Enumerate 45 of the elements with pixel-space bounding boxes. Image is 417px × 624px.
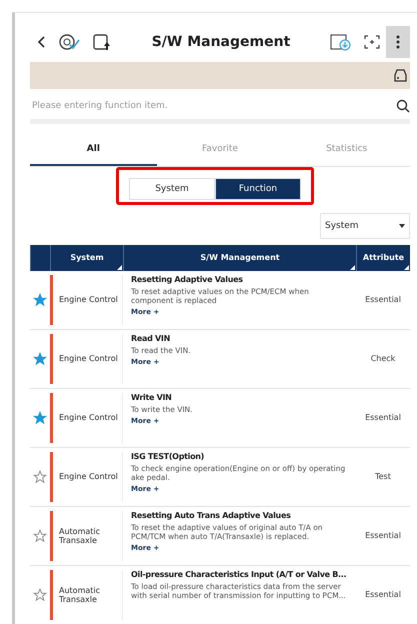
table-cell-text: Check (370, 353, 396, 366)
menu-button[interactable] (386, 26, 410, 58)
search-icon[interactable] (396, 98, 410, 113)
function-title: Resetting Auto Trans Adaptive Values (131, 510, 292, 520)
table-cell-text: Essential (364, 294, 402, 306)
menu-icon (396, 34, 400, 50)
star-icon[interactable] (33, 470, 47, 484)
table-cell-text: Test (374, 471, 392, 484)
sort-icon (404, 264, 409, 270)
table-cell: Automatic Transaxle (50, 510, 123, 561)
table-cell: Engine Control (50, 274, 123, 325)
table-cell: Automatic Transaxle (50, 570, 123, 620)
segment-button[interactable]: Function (215, 178, 301, 200)
star-icon[interactable] (33, 292, 47, 307)
caret-icon (399, 224, 405, 228)
sort-icon (117, 264, 122, 270)
function-title: Read VIN (131, 334, 171, 343)
table-cell-text: Essential (364, 530, 402, 542)
tab[interactable]: All (30, 134, 157, 166)
table-cell: Engine Control (50, 452, 123, 502)
star-icon[interactable] (33, 528, 47, 543)
back-icon[interactable] (36, 34, 46, 49)
function-title: Resetting Adaptive Values (131, 274, 244, 284)
function-title: Write VIN (131, 392, 173, 402)
star-icon[interactable] (33, 352, 47, 366)
sort-icon (350, 264, 355, 270)
function-title: Oil-pressure Characteristics Input (A/T or Valve B... (131, 570, 348, 579)
table-cell-text: Essential (364, 589, 402, 602)
check-icon[interactable] (58, 32, 80, 51)
table-cell: Engine Control (50, 392, 123, 443)
segment-button[interactable]: System (129, 178, 215, 200)
column-header[interactable]: Attribute (356, 244, 410, 271)
column-header[interactable]: S/W Management (123, 244, 356, 271)
column-header[interactable]: System (50, 244, 123, 271)
page-title: S/W Management (150, 34, 292, 50)
upload-icon[interactable] (92, 32, 112, 51)
expand-icon[interactable] (364, 34, 380, 49)
star-icon[interactable] (33, 588, 47, 602)
table-cell-text: Essential (364, 412, 402, 424)
filter-dropdown[interactable]: System (320, 212, 410, 239)
table-cell: Engine Control (50, 334, 123, 384)
function-title: ISG TEST(Option) (131, 452, 206, 461)
download-icon[interactable] (330, 32, 352, 52)
car-icon[interactable] (392, 68, 408, 84)
star-icon[interactable] (33, 410, 47, 425)
